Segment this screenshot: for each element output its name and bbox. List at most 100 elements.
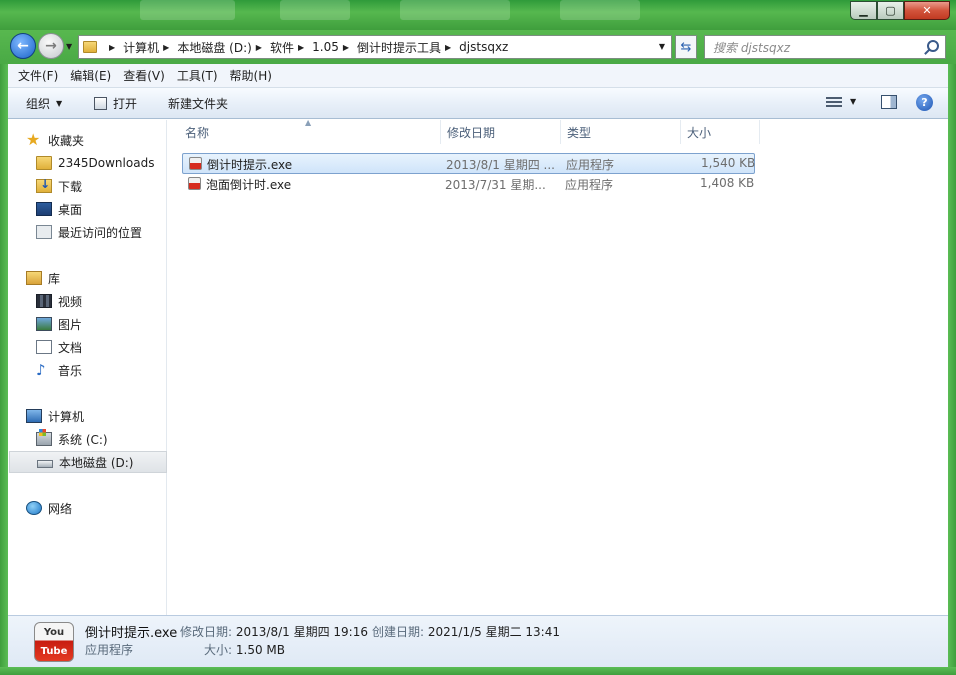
- document-icon: [36, 340, 52, 354]
- close-button[interactable]: ✕: [904, 1, 950, 20]
- menu-edit[interactable]: 编辑(E): [70, 67, 111, 84]
- youtube-exe-icon: [188, 177, 201, 190]
- search-input[interactable]: 搜索 djstsqxz: [704, 35, 946, 59]
- chevron-down-icon: ▼: [56, 99, 63, 108]
- nav-item-downloads[interactable]: 下载: [36, 175, 194, 197]
- help-button[interactable]: ?: [916, 94, 933, 111]
- youtube-exe-icon: [189, 157, 202, 170]
- nav-libraries[interactable]: 库: [26, 267, 184, 289]
- breadcrumb-item[interactable]: 计算机 ▶: [123, 39, 177, 56]
- system-drive-icon: [36, 429, 52, 446]
- details-file-type: 应用程序: [85, 643, 134, 657]
- menu-view[interactable]: 查看(V): [123, 67, 165, 84]
- maximize-button[interactable]: ▢: [877, 1, 904, 20]
- nav-item-2345downloads[interactable]: 2345Downloads: [36, 152, 194, 174]
- details-pane: You Tube 倒计时提示.exe 修改日期: 2013/8/1 星期四 19…: [8, 615, 948, 667]
- recent-pages-dropdown[interactable]: ▼: [66, 42, 72, 51]
- breadcrumb-item[interactable]: 倒计时提示工具 ▶: [357, 39, 459, 56]
- column-header-name[interactable]: 名称: [179, 120, 441, 144]
- library-icon: [26, 271, 42, 285]
- organize-button[interactable]: 组织 ▼: [26, 95, 62, 112]
- preview-pane-icon[interactable]: [881, 95, 897, 109]
- arrow-left-icon: ←: [17, 38, 29, 54]
- folder-icon: [83, 41, 97, 53]
- blurred-background: [140, 0, 235, 20]
- navigation-pane[interactable]: ★收藏夹 2345Downloads 下载 桌面 最近访问的位置 库 视频 图片…: [8, 120, 167, 615]
- menu-help[interactable]: 帮助(H): [230, 67, 272, 84]
- file-row[interactable]: 倒计时提示.exe 2013/8/1 星期四 ... 应用程序 1,540 KB: [182, 153, 755, 174]
- address-history-dropdown[interactable]: ▼: [659, 42, 665, 51]
- pictures-icon: [36, 317, 52, 331]
- nav-item-desktop[interactable]: 桌面: [36, 198, 194, 220]
- nav-item-documents[interactable]: 文档: [36, 336, 194, 358]
- arrow-right-icon: →: [45, 38, 57, 54]
- recent-places-icon: [36, 225, 52, 239]
- chevron-right-icon[interactable]: ▶: [163, 43, 169, 52]
- views-dropdown[interactable]: ▼: [850, 97, 856, 106]
- breadcrumb-item[interactable]: 1.05 ▶: [312, 40, 357, 54]
- forward-button[interactable]: →: [38, 33, 64, 59]
- breadcrumb-item-current[interactable]: djstsqxz: [459, 40, 508, 54]
- open-button[interactable]: 打开: [94, 95, 137, 112]
- search-placeholder: 搜索 djstsqxz: [713, 40, 790, 55]
- address-row: ← → ▼ ▶ 计算机 ▶ 本地磁盘 (D:) ▶ 软件 ▶ 1.05 ▶ 倒计时提示工…: [0, 30, 956, 64]
- blurred-background: [400, 0, 510, 20]
- computer-icon: [26, 409, 42, 423]
- window-controls: ▁ ▢ ✕: [850, 1, 950, 20]
- menu-bar: 文件(F) 编辑(E) 查看(V) 工具(T) 帮助(H): [8, 64, 948, 88]
- window-border-left[interactable]: [0, 64, 8, 675]
- chevron-right-icon: ▶: [109, 42, 116, 52]
- file-type: 应用程序: [565, 178, 614, 192]
- menu-tools[interactable]: 工具(T): [177, 67, 218, 84]
- nav-item-drive-c[interactable]: 系统 (C:): [36, 428, 194, 450]
- youtube-app-icon: You Tube: [34, 622, 74, 662]
- file-type: 应用程序: [566, 158, 615, 172]
- file-row[interactable]: 泡面倒计时.exe 2013/7/31 星期... 应用程序 1,408 KB: [182, 174, 755, 195]
- window-border-right[interactable]: [948, 64, 956, 675]
- column-header-modified[interactable]: 修改日期: [441, 120, 561, 144]
- details-file-name: 倒计时提示.exe: [85, 626, 178, 641]
- network-icon: [26, 501, 42, 515]
- back-button[interactable]: ←: [10, 33, 36, 59]
- command-bar: 组织 ▼ 打开 新建文件夹 ▼ ?: [8, 88, 948, 119]
- details-size: 大小: 1.50 MB: [204, 643, 285, 657]
- blurred-background: [560, 0, 640, 20]
- folder-icon: [36, 156, 52, 170]
- file-name: 倒计时提示.exe: [207, 158, 293, 172]
- chevron-right-icon[interactable]: ▶: [343, 43, 349, 52]
- nav-item-recent-places[interactable]: 最近访问的位置: [36, 221, 194, 243]
- star-icon: ★: [26, 130, 41, 149]
- chevron-right-icon[interactable]: ▶: [256, 43, 262, 52]
- window-border-bottom[interactable]: [0, 667, 956, 675]
- open-icon: [94, 97, 107, 110]
- window-titlebar[interactable]: ▁ ▢ ✕: [0, 0, 956, 30]
- views-icon[interactable]: [826, 97, 842, 109]
- minimize-button[interactable]: ▁: [850, 1, 877, 20]
- new-folder-button[interactable]: 新建文件夹: [168, 95, 228, 112]
- address-bar[interactable]: ▶ 计算机 ▶ 本地磁盘 (D:) ▶ 软件 ▶ 1.05 ▶ 倒计时提示工具 ▶ djs…: [78, 35, 672, 59]
- nav-item-pictures[interactable]: 图片: [36, 313, 194, 335]
- refresh-button[interactable]: ⇆: [675, 35, 697, 59]
- desktop-icon: [36, 202, 52, 216]
- file-modified: 2013/7/31 星期...: [445, 178, 546, 192]
- column-header-size[interactable]: 大小: [681, 120, 760, 144]
- nav-item-drive-d[interactable]: 本地磁盘 (D:): [9, 451, 167, 473]
- breadcrumb-item[interactable]: 本地磁盘 (D:) ▶: [177, 39, 270, 56]
- breadcrumb-item[interactable]: 软件 ▶: [270, 39, 312, 56]
- nav-item-music[interactable]: ♪ 音乐: [36, 359, 194, 381]
- chevron-right-icon[interactable]: ▶: [298, 43, 304, 52]
- blurred-background: [280, 0, 350, 20]
- nav-item-videos[interactable]: 视频: [36, 290, 194, 312]
- file-size: 1,540 KB: [701, 156, 756, 170]
- breadcrumb-root-arrow[interactable]: ▶: [105, 43, 123, 52]
- nav-network[interactable]: 网络: [26, 497, 184, 519]
- nav-favorites[interactable]: ★ 收藏夹: [26, 129, 184, 151]
- music-note-icon: ♪: [36, 361, 46, 379]
- chevron-right-icon[interactable]: ▶: [445, 43, 451, 52]
- menu-file[interactable]: 文件(F): [18, 67, 58, 84]
- column-header-type[interactable]: 类型: [561, 120, 681, 144]
- details-created: 创建日期: 2021/1/5 星期二 13:41: [372, 625, 560, 639]
- file-list-header: ▲ 名称 修改日期 类型 大小: [167, 118, 948, 144]
- search-icon[interactable]: [927, 40, 939, 52]
- nav-computer[interactable]: 计算机: [26, 405, 184, 427]
